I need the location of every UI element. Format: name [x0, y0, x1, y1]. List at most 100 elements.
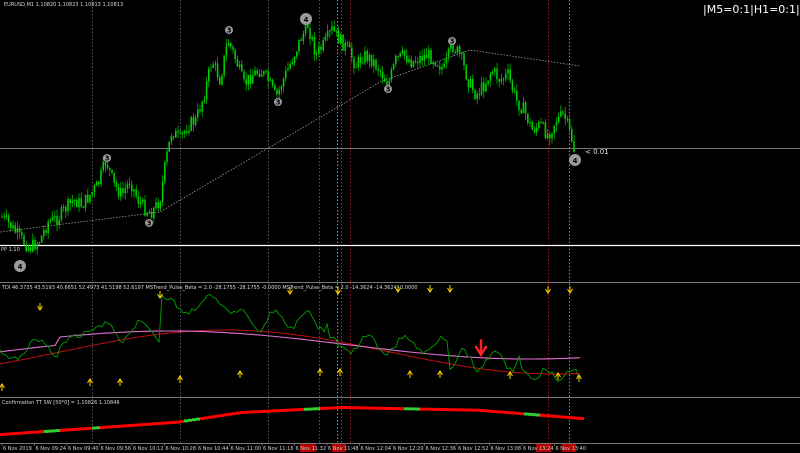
histogram-block	[56, 429, 60, 433]
candle-body	[278, 89, 280, 95]
histogram-block	[480, 409, 484, 412]
candle-body	[135, 189, 137, 197]
histogram-block	[296, 408, 300, 412]
histogram-block	[360, 406, 364, 410]
candle-body	[234, 49, 236, 59]
histogram-block	[192, 418, 196, 422]
candle-body	[302, 33, 305, 41]
arrow-up-icon	[87, 378, 93, 386]
candle-body	[300, 39, 302, 41]
candle-body	[516, 91, 518, 101]
histogram-block	[316, 407, 320, 411]
histogram-block	[108, 425, 112, 429]
mtf-readout: |M5=0:1|H1=0:1|H4=120:1	[703, 3, 800, 16]
histogram-block	[0, 433, 4, 436]
candle-body	[133, 189, 135, 192]
candle-body	[265, 71, 267, 73]
candle-body	[27, 247, 30, 251]
time-label: 6 Nov 10:12	[133, 446, 164, 452]
histogram-block	[96, 426, 100, 430]
candle-body	[549, 134, 551, 139]
histogram-block	[420, 407, 424, 411]
wave-number: 4	[18, 263, 23, 271]
candle-body	[269, 79, 272, 81]
candle-body	[214, 63, 217, 65]
candle-body	[32, 239, 34, 252]
histogram-block	[188, 418, 192, 422]
histogram-block	[532, 413, 536, 417]
histogram-block	[380, 406, 384, 410]
candle-body	[247, 74, 250, 85]
time-label: 6 Nov 13:24	[523, 446, 554, 452]
time-label: 6 Nov 11:16	[263, 446, 294, 452]
time-label: 6 Nov 09:56	[101, 446, 132, 452]
histogram-block	[156, 422, 160, 426]
histogram-block	[500, 410, 504, 414]
candle-body	[14, 225, 16, 233]
price-label: < 0.01	[585, 148, 609, 156]
candle-body	[333, 26, 335, 32]
histogram-block	[556, 415, 560, 419]
histogram-block	[544, 414, 548, 418]
histogram-block	[48, 429, 52, 433]
candle-body	[395, 55, 397, 64]
candle-body	[544, 122, 547, 139]
candle-body	[287, 68, 289, 71]
candle-body	[439, 66, 441, 70]
candle-body	[311, 36, 313, 40]
arrow-up-icon	[117, 378, 123, 386]
histogram-block	[540, 413, 544, 417]
candle-body	[76, 199, 78, 208]
candle-body	[562, 111, 564, 114]
time-label: 6 Nov 11:32	[296, 446, 327, 452]
histogram-block	[400, 407, 404, 411]
candle-body	[417, 62, 419, 64]
histogram-block	[4, 432, 8, 436]
histogram-block	[364, 406, 368, 410]
candle-body	[69, 199, 71, 203]
arrow-up-icon	[317, 368, 323, 376]
histogram-block	[488, 409, 492, 413]
histogram-block	[40, 430, 44, 434]
trading-chart[interactable]: 3 4 3 3 3 3 3 4 4 EURUSD,M1 1.10820 1.10823 1.10…	[0, 0, 800, 453]
candle-body	[166, 151, 168, 163]
candle-body	[546, 134, 549, 139]
candle-body	[170, 136, 173, 142]
histogram-block	[92, 426, 96, 430]
histogram-block	[252, 410, 256, 414]
time-label: 6 Nov 13:40	[556, 446, 587, 452]
histogram-block	[424, 407, 428, 411]
histogram-block	[308, 407, 312, 411]
candle-body	[142, 199, 144, 203]
candle-body	[124, 188, 126, 194]
candle-body	[538, 122, 540, 128]
candle-body	[432, 62, 434, 64]
candle-body	[551, 133, 553, 139]
histogram-block	[392, 407, 396, 411]
candle-body	[463, 53, 465, 66]
arrow-down-icon	[567, 286, 573, 294]
candle-body	[203, 99, 206, 102]
candle-body	[98, 181, 100, 185]
pivot-label: PP 1.10	[1, 247, 20, 253]
histogram-block	[356, 406, 360, 410]
histogram-block	[528, 412, 532, 416]
histogram-block	[32, 430, 36, 434]
arrow-up-icon	[507, 371, 513, 379]
candle-body	[487, 80, 489, 84]
histogram-block	[280, 409, 284, 412]
histogram-block	[352, 406, 356, 410]
arrow-up-icon	[0, 383, 5, 391]
histogram-block	[520, 412, 524, 416]
candle-body	[337, 30, 340, 44]
symbol-info: EURUSD,M1 1.10820 1.10823 1.10813 1.1081…	[4, 2, 123, 8]
candle-body	[7, 215, 10, 223]
histogram-block	[236, 411, 240, 415]
histogram-block	[344, 406, 348, 410]
wave-number: 3	[227, 26, 232, 34]
histogram-block	[468, 408, 472, 412]
candle-body	[84, 194, 87, 208]
candle-body	[513, 90, 516, 92]
candle-body	[89, 194, 91, 203]
arrow-down-icon	[37, 303, 43, 311]
